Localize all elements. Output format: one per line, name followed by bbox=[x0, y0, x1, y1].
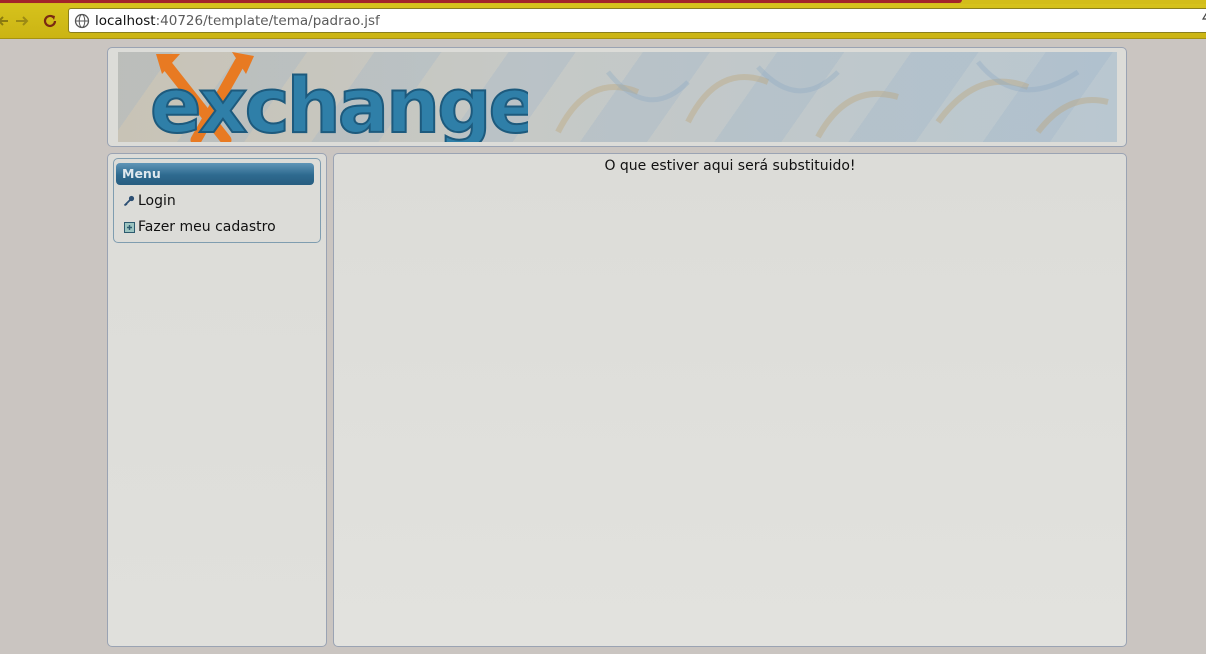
content-placeholder-text: O que estiver aqui será substituido! bbox=[604, 158, 856, 174]
banner-image: exchanges bbox=[118, 52, 1117, 142]
menu-item-register[interactable]: Fazer meu cadastro bbox=[122, 216, 276, 238]
logo-lettering: exchanges bbox=[150, 61, 528, 142]
star-icon[interactable] bbox=[1198, 12, 1206, 33]
header-panel: exchanges bbox=[107, 47, 1127, 147]
globe-icon bbox=[74, 13, 90, 29]
reload-icon[interactable] bbox=[39, 7, 61, 35]
exchanges-logo: exchanges bbox=[149, 52, 528, 142]
menu-item-label: Fazer meu cadastro bbox=[138, 219, 276, 235]
register-icon bbox=[122, 220, 136, 234]
browser-toolbar: localhost:40726/template/tema/padrao.jsf bbox=[0, 4, 1206, 39]
background-arrows bbox=[555, 60, 1109, 139]
sidebar-panel: Menu Login Fazer meu cadastro bbox=[107, 153, 327, 647]
menu-item-label: Login bbox=[138, 193, 176, 209]
active-tab-edge bbox=[0, 0, 962, 3]
url-host: localhost bbox=[95, 13, 156, 29]
menu-header: Menu bbox=[116, 163, 314, 185]
url-path: :40726/template/tema/padrao.jsf bbox=[155, 13, 380, 29]
menu-box: Menu Login Fazer meu cadastro bbox=[113, 158, 321, 243]
menu-item-login[interactable]: Login bbox=[122, 190, 176, 212]
address-bar[interactable]: localhost:40726/template/tema/padrao.jsf bbox=[68, 8, 1206, 33]
content-panel: O que estiver aqui será substituido! bbox=[333, 153, 1127, 647]
forward-arrow-icon[interactable] bbox=[11, 7, 33, 35]
url-text: localhost:40726/template/tema/padrao.jsf bbox=[95, 13, 380, 29]
key-icon bbox=[122, 194, 136, 208]
